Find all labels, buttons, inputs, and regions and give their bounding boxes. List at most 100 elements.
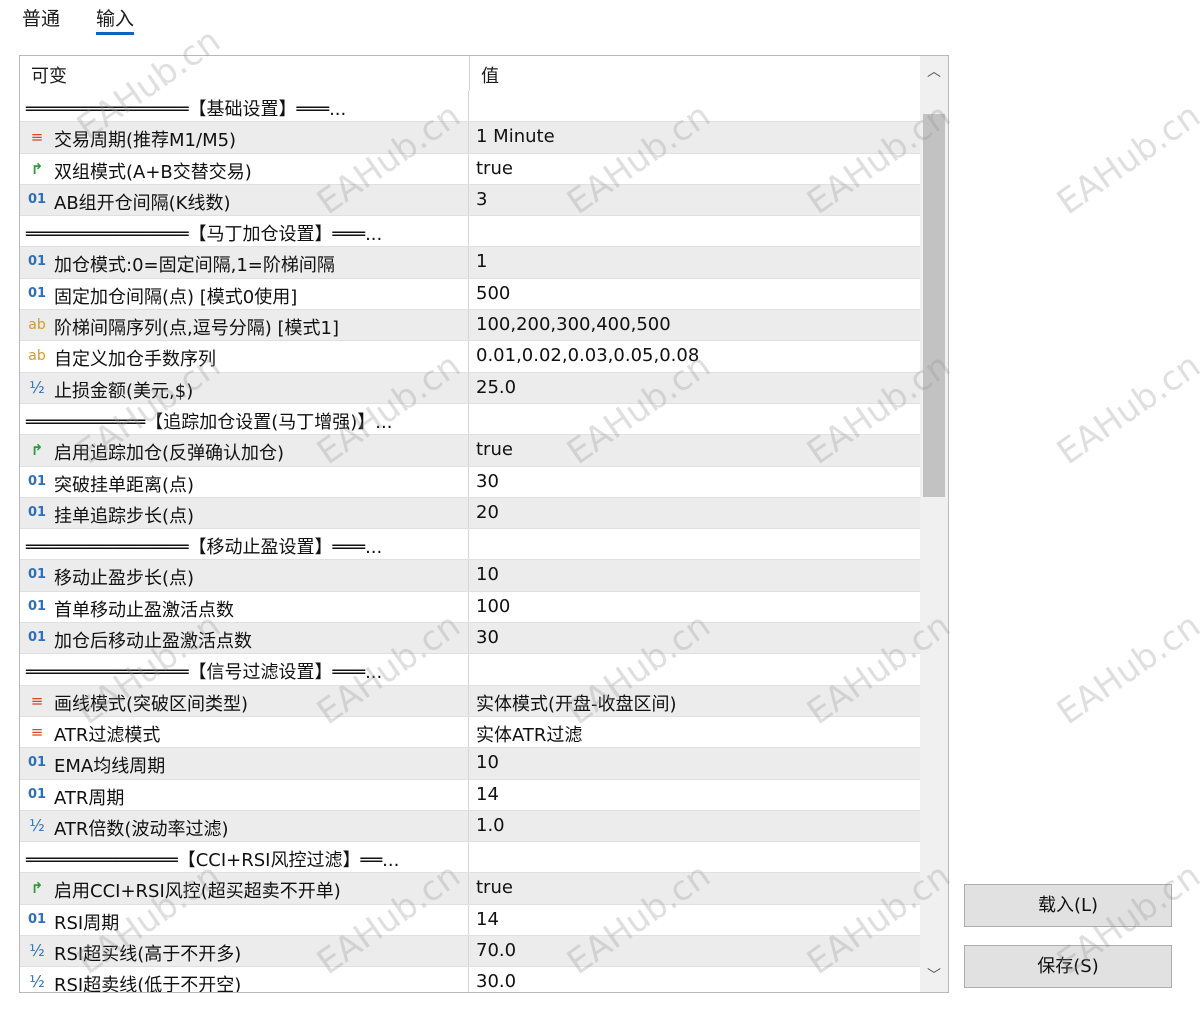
variable-cell[interactable]: ═══════════════【马丁加仓设置】═══...	[20, 216, 469, 247]
variable-cell[interactable]: ═══════════════【移动止盈设置】═══...	[20, 529, 469, 560]
variable-cell[interactable]: ½ ATR倍数(波动率过滤)	[20, 810, 469, 842]
value-cell[interactable]: 实体ATR过滤	[470, 717, 920, 747]
parameter-value[interactable]: true	[476, 158, 513, 179]
parameter-value[interactable]: 500	[476, 283, 510, 304]
parameter-value[interactable]: 1	[476, 251, 487, 272]
separator-row[interactable]: ═══════════【追踪加仓设置(马丁增强)】...	[20, 403, 920, 436]
parameter-value[interactable]: 实体模式(开盘-收盘区间)	[476, 690, 677, 716]
tab-input[interactable]: 输入	[96, 4, 134, 31]
separator-row[interactable]: ═══════════════【信号过滤设置】═══...	[20, 654, 920, 686]
parameter-value[interactable]: 实体ATR过滤	[476, 721, 582, 747]
parameter-row[interactable]: 01 固定加仓间隔(点) [模式0使用] 500	[20, 278, 920, 311]
separator-row[interactable]: ══════════════【CCI+RSI风控过滤】══...	[20, 842, 920, 874]
parameter-value[interactable]: 10	[476, 752, 499, 773]
variable-cell[interactable]: 01 AB组开仓间隔(K线数)	[20, 184, 469, 216]
parameter-row[interactable]: 01 移动止盈步长(点) 10	[20, 560, 920, 592]
parameter-value[interactable]: 30	[476, 471, 499, 492]
variable-cell[interactable]: ab 自定义加仓手数序列	[20, 341, 469, 372]
value-cell[interactable]: 0.01,0.02,0.03,0.05,0.08	[470, 341, 920, 371]
parameter-row[interactable]: ab 阶梯间隔序列(点,逗号分隔) [模式1] 100,200,300,400,50…	[20, 310, 920, 342]
variable-cell[interactable]: ½ RSI超买线(高于不开多)	[20, 936, 469, 967]
value-cell[interactable]: 20	[470, 498, 920, 528]
value-cell[interactable]: 25.0	[470, 373, 920, 403]
value-cell[interactable]: true	[470, 435, 920, 465]
parameter-value[interactable]: true	[476, 877, 513, 898]
value-cell[interactable]: 10	[470, 748, 920, 778]
variable-cell[interactable]: ═══════════【追踪加仓设置(马丁增强)】...	[20, 403, 469, 435]
value-cell[interactable]: 1	[470, 247, 920, 277]
parameter-row[interactable]: 01 加仓模式:0=固定间隔,1=阶梯间隔 1	[20, 247, 920, 279]
parameter-row[interactable]: ab 自定义加仓手数序列 0.01,0.02,0.03,0.05,0.08	[20, 341, 920, 373]
save-button[interactable]: 保存(S)	[964, 945, 1172, 988]
value-cell[interactable]	[470, 216, 920, 246]
value-cell[interactable]	[470, 404, 920, 434]
vertical-scrollbar[interactable]: ︿ ﹀	[920, 56, 948, 992]
value-cell[interactable]: 14	[470, 905, 920, 935]
parameter-row[interactable]: ½ RSI超买线(高于不开多) 70.0	[20, 936, 920, 968]
parameter-row[interactable]: ↱ 双组模式(A+B交替交易) true	[20, 153, 920, 185]
variable-cell[interactable]: 01 首单移动止盈激活点数	[20, 591, 469, 623]
value-cell[interactable]: 14	[470, 780, 920, 810]
value-cell[interactable]	[470, 91, 920, 121]
parameter-value[interactable]: 30	[476, 627, 499, 648]
load-button[interactable]: 载入(L)	[964, 884, 1172, 927]
parameter-value[interactable]: 30.0	[476, 971, 516, 992]
value-cell[interactable]: 实体模式(开盘-收盘区间)	[470, 686, 920, 716]
parameter-value[interactable]: 0.01,0.02,0.03,0.05,0.08	[476, 345, 699, 366]
value-cell[interactable]: 100	[470, 592, 920, 622]
parameter-value[interactable]: 70.0	[476, 940, 516, 961]
parameter-row[interactable]: 01 突破挂单距离(点) 30	[20, 466, 920, 498]
variable-cell[interactable]: 01 加仓模式:0=固定间隔,1=阶梯间隔	[20, 247, 469, 278]
scroll-thumb[interactable]	[923, 114, 945, 497]
variable-cell[interactable]: ≡ 交易周期(推荐M1/M5)	[20, 122, 469, 153]
value-cell[interactable]	[470, 654, 920, 684]
value-cell[interactable]: 70.0	[470, 936, 920, 966]
parameter-value[interactable]: true	[476, 439, 513, 460]
value-cell[interactable]	[470, 842, 920, 872]
parameter-row[interactable]: 01 首单移动止盈激活点数 100	[20, 591, 920, 624]
parameter-row[interactable]: ↱ 启用CCI+RSI风控(超买超卖不开单) true	[20, 873, 920, 905]
parameter-value[interactable]: 100	[476, 596, 510, 617]
variable-cell[interactable]: ══════════════【CCI+RSI风控过滤】══...	[20, 842, 469, 873]
parameter-value[interactable]: 3	[476, 189, 487, 210]
variable-cell[interactable]: 01 ATR周期	[20, 779, 469, 810]
parameter-value[interactable]: 14	[476, 909, 499, 930]
column-divider[interactable]	[469, 56, 470, 91]
column-header-variable[interactable]: 可变	[31, 62, 67, 88]
parameter-value[interactable]: 20	[476, 502, 499, 523]
parameter-row[interactable]: ½ ATR倍数(波动率过滤) 1.0	[20, 810, 920, 843]
variable-cell[interactable]: 01 突破挂单距离(点)	[20, 466, 469, 497]
parameter-row[interactable]: 01 AB组开仓间隔(K线数) 3	[20, 184, 920, 217]
variable-cell[interactable]: 01 挂单追踪步长(点)	[20, 497, 469, 529]
parameter-value[interactable]: 100,200,300,400,500	[476, 314, 671, 335]
parameter-row[interactable]: ≡ ATR过滤模式 实体ATR过滤	[20, 716, 920, 749]
parameter-row[interactable]: ½ 止损金额(美元,$) 25.0	[20, 372, 920, 404]
parameter-row[interactable]: 01 加仓后移动止盈激活点数 30	[20, 623, 920, 655]
tab-general[interactable]: 普通	[22, 4, 60, 31]
parameter-value[interactable]: 1 Minute	[476, 126, 555, 147]
parameter-value[interactable]: 25.0	[476, 377, 516, 398]
variable-cell[interactable]: ═══════════════【信号过滤设置】═══...	[20, 654, 469, 685]
separator-row[interactable]: ═══════════════【移动止盈设置】═══...	[20, 529, 920, 561]
variable-cell[interactable]: 01 固定加仓间隔(点) [模式0使用]	[20, 278, 469, 310]
parameter-row[interactable]: 01 RSI周期 14	[20, 904, 920, 937]
parameter-row[interactable]: ½ RSI超卖线(低于不开空) 30.0	[20, 967, 920, 992]
separator-row[interactable]: ═══════════════【基础设置】═══...	[20, 91, 920, 123]
variable-cell[interactable]: ↱ 启用追踪加仓(反弹确认加仓)	[20, 435, 469, 466]
value-cell[interactable]: 30	[470, 467, 920, 497]
variable-cell[interactable]: ↱ 双组模式(A+B交替交易)	[20, 153, 469, 184]
parameter-row[interactable]: ≡ 交易周期(推荐M1/M5) 1 Minute	[20, 122, 920, 154]
separator-row[interactable]: ═══════════════【马丁加仓设置】═══...	[20, 216, 920, 248]
variable-cell[interactable]: 01 加仓后移动止盈激活点数	[20, 623, 469, 654]
variable-cell[interactable]: ↱ 启用CCI+RSI风控(超买超卖不开单)	[20, 873, 469, 904]
variable-cell[interactable]: ≡ 画线模式(突破区间类型)	[20, 685, 469, 716]
value-cell[interactable]: 500	[470, 279, 920, 309]
value-cell[interactable]: 10	[470, 560, 920, 590]
value-cell[interactable]: 100,200,300,400,500	[470, 310, 920, 340]
variable-cell[interactable]: 01 移动止盈步长(点)	[20, 560, 469, 591]
variable-cell[interactable]: ═══════════════【基础设置】═══...	[20, 91, 469, 122]
parameter-value[interactable]: 1.0	[476, 815, 505, 836]
variable-cell[interactable]: ab 阶梯间隔序列(点,逗号分隔) [模式1]	[20, 310, 469, 341]
value-cell[interactable]: 30.0	[470, 967, 920, 992]
value-cell[interactable]: 1.0	[470, 811, 920, 841]
